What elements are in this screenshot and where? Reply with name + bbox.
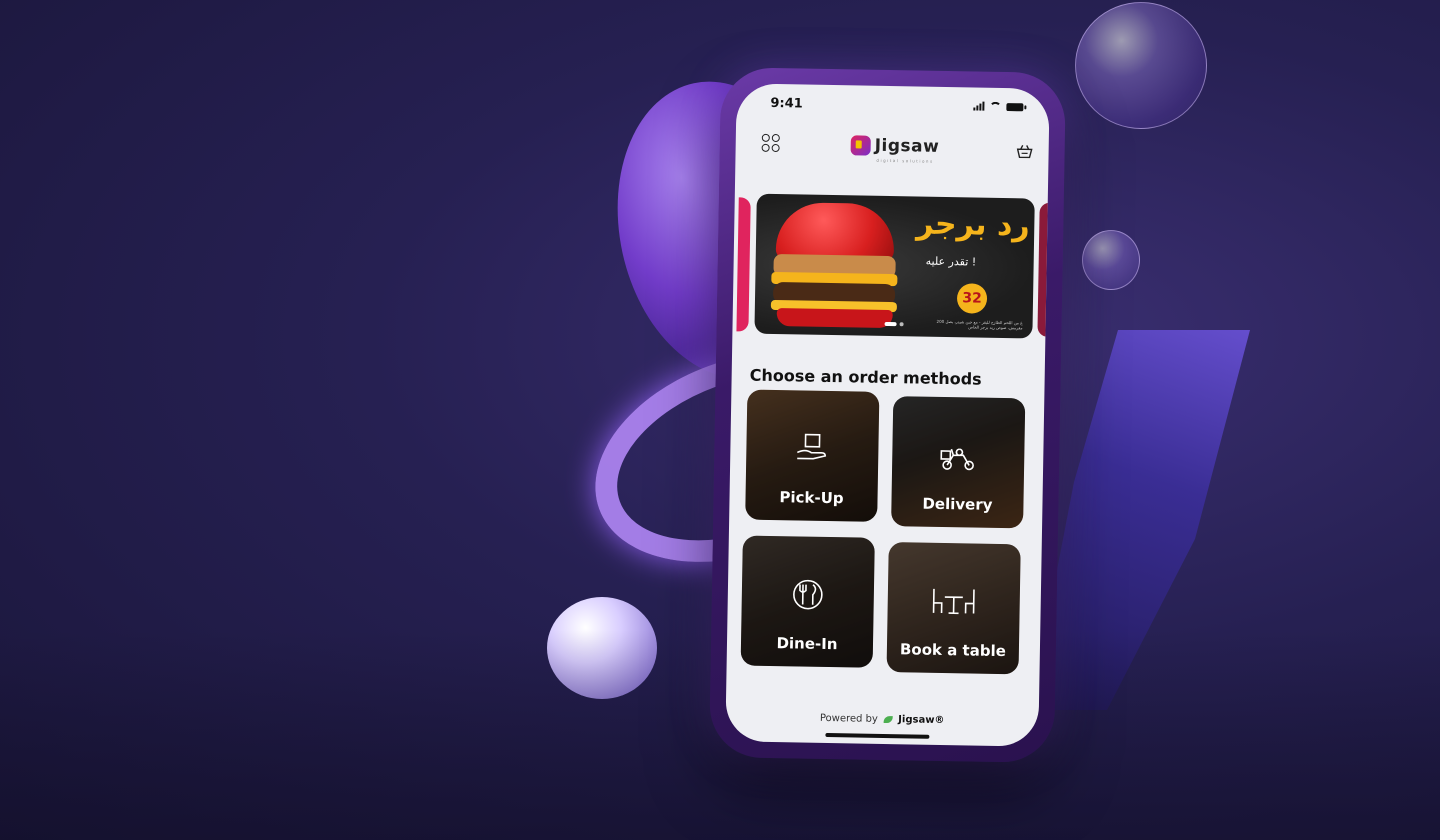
book-table-label: Book a table [899,640,1007,661]
cellular-signal-icon [973,101,985,111]
banner-fine-print: 200 غ من اللحم الطازج للبقر - مع جبن شيد… [936,318,1023,331]
powered-by-brand: Jigsaw® [898,714,945,727]
battery-icon [1006,103,1024,112]
brand-name: Jigsaw [874,135,940,157]
carousel-pagination[interactable] [884,321,904,327]
phone-frame: 9:41 Jigsaw digital solutions رد برجر تق… [709,67,1066,763]
home-indicator[interactable] [825,732,930,739]
status-icons [973,101,1024,112]
decorative-bubble-large [1075,2,1207,129]
section-title: Choose an order methods [749,365,982,389]
brand-tagline: digital solutions [876,157,934,164]
book-table-icon [930,585,977,620]
carousel-dot[interactable] [899,322,904,327]
status-bar: 9:41 [736,83,1050,124]
jigsaw-logo-icon [850,135,871,156]
price-badge: 32 [956,283,988,314]
order-method-dine-in[interactable]: Dine-In [740,535,875,668]
order-method-book-table[interactable]: Book a table [886,542,1021,675]
brand-logo: Jigsaw [850,135,940,157]
powered-by-text: Powered by [819,712,878,725]
burger-image [775,202,895,263]
app-header: Jigsaw digital solutions [735,127,1049,172]
dine-in-cutlery-icon [791,578,826,615]
carousel-next-slide[interactable] [1037,202,1050,337]
carousel-dot-active[interactable] [884,321,897,327]
cart-basket-icon[interactable] [1016,144,1033,159]
banner-subtitle-arabic: تقدر عليه ! [925,254,977,269]
menu-grid-icon[interactable] [761,133,780,153]
pickup-label: Pick-Up [779,488,844,508]
delivery-label: Delivery [922,494,993,514]
pickup-bag-icon [795,432,830,467]
carousel-prev-slide[interactable] [736,197,751,332]
delivery-scooter-icon [939,439,978,476]
dine-in-label: Dine-In [776,634,838,654]
decorative-bubble-small [1082,230,1140,290]
banner-title-arabic: رد برجر [916,206,1030,244]
burger-bun-bottom [776,308,893,329]
order-method-delivery[interactable]: Delivery [891,396,1026,529]
order-method-pickup[interactable]: Pick-Up [745,389,880,522]
wifi-icon [989,102,1001,111]
status-time: 9:41 [770,95,803,112]
powered-by-footer: Powered by Jigsaw® [726,711,1039,727]
promo-banner[interactable]: رد برجر تقدر عليه ! 32 200 غ من اللحم ال… [754,193,1035,339]
jigsaw-leaf-icon [883,715,894,723]
phone-screen: 9:41 Jigsaw digital solutions رد برجر تق… [725,83,1050,747]
